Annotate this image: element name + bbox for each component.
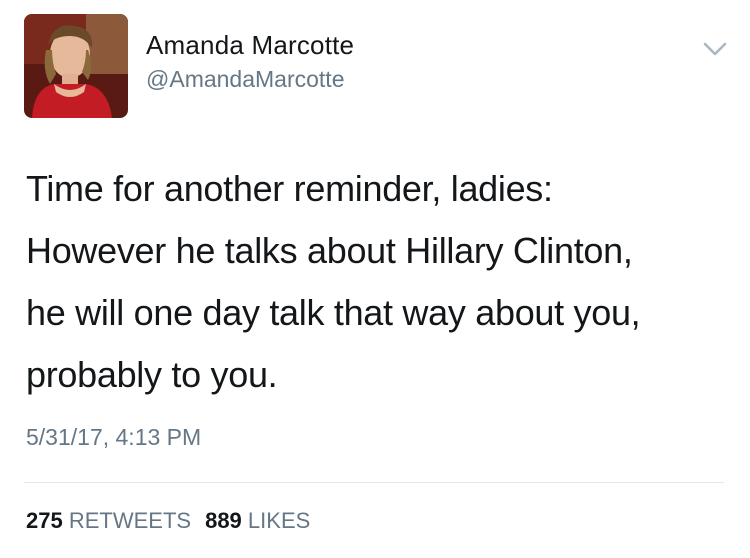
tweet-text-line: Time for another reminder, ladies:	[26, 168, 553, 209]
tweet-text-line: However he talks about Hillary Clinton,	[26, 230, 633, 271]
tweet-text-line: he will one day talk that way about you,	[26, 292, 641, 333]
tweet-card: Amanda Marcotte @AmandaMarcotte Time for…	[0, 0, 750, 558]
tweet-stats: 275 RETWEETS 889 LIKES	[26, 508, 310, 534]
divider	[24, 482, 724, 483]
author-handle[interactable]: @AmandaMarcotte	[146, 66, 345, 93]
retweets-stat[interactable]: 275 RETWEETS	[26, 508, 191, 533]
avatar[interactable]	[24, 14, 128, 118]
likes-stat[interactable]: 889 LIKES	[205, 508, 310, 533]
author-display-name[interactable]: Amanda Marcotte	[146, 30, 354, 61]
retweets-label: RETWEETS	[68, 508, 192, 533]
likes-count: 889	[205, 508, 242, 533]
chevron-down-icon[interactable]	[700, 38, 730, 60]
profile-photo-icon	[24, 14, 128, 118]
likes-label: LIKES	[247, 508, 311, 533]
tweet-text-line: probably to you.	[26, 354, 278, 395]
retweets-count: 275	[26, 508, 63, 533]
tweet-text: Time for another reminder, ladies: Howev…	[26, 158, 726, 406]
tweet-timestamp[interactable]: 5/31/17, 4:13 PM	[26, 424, 201, 451]
